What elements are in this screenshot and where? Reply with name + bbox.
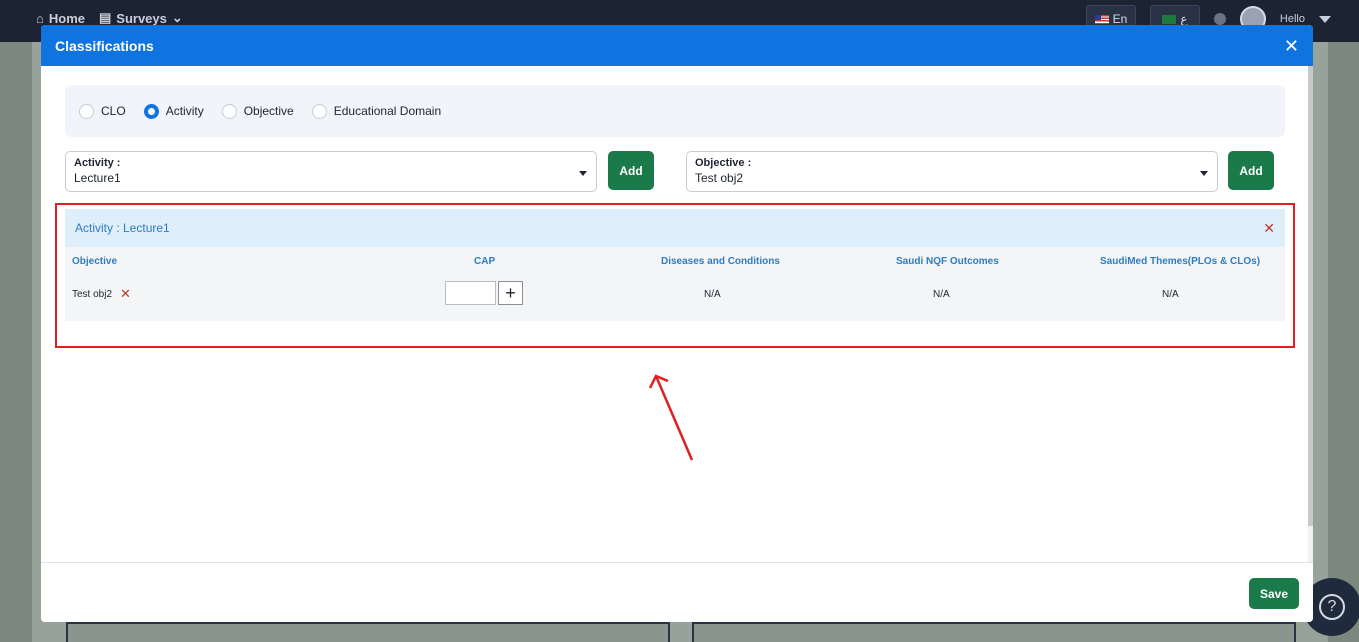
- right-gutter: [1328, 42, 1359, 642]
- add-objective-button[interactable]: Add: [1228, 151, 1274, 190]
- background-panels: [66, 622, 1296, 642]
- activity-select-value: Lecture1: [74, 171, 121, 185]
- radio-dot: [221, 103, 237, 119]
- hello-text: Hello: [1279, 13, 1305, 25]
- nav-surveys[interactable]: ▤ Surveys ⌄: [99, 10, 183, 26]
- activity-select[interactable]: Activity : Lecture1: [65, 151, 597, 192]
- close-icon[interactable]: ✕: [1284, 37, 1299, 55]
- radio-activity[interactable]: Activity: [143, 103, 204, 119]
- chevron-down-icon: ⌄: [171, 10, 183, 25]
- sa-flag-icon: [1162, 14, 1177, 24]
- objective-select-label: Objective :: [695, 157, 752, 169]
- objective-select-value: Test obj2: [695, 171, 744, 185]
- scrollbar-thumb[interactable]: [1308, 66, 1313, 526]
- nav-home[interactable]: ⌂ Home: [36, 10, 85, 26]
- classification-type-radios: CLO Activity Objective Educational Domai…: [65, 85, 1285, 137]
- notification-icon[interactable]: [1213, 13, 1226, 25]
- objective-select[interactable]: Objective : Test obj2: [686, 151, 1218, 192]
- home-icon: ⌂: [36, 10, 44, 26]
- user-menu-caret-icon[interactable]: [1319, 15, 1331, 23]
- classifications-modal: Classifications ✕ CLO Activity Objective…: [41, 25, 1313, 622]
- background-panel-left: [66, 622, 670, 642]
- annotation-highlight-box: [55, 203, 1295, 348]
- radio-dot: [79, 103, 94, 119]
- radio-educational-domain[interactable]: Educational Domain: [311, 103, 441, 119]
- question-icon: ?: [1319, 594, 1345, 620]
- radio-clo[interactable]: CLO: [79, 103, 126, 119]
- radio-dot: [311, 103, 327, 119]
- left-gutter: [0, 42, 32, 642]
- dropdown-arrow-icon: [579, 171, 587, 176]
- us-flag-icon: [1094, 14, 1109, 24]
- save-button[interactable]: Save: [1249, 578, 1299, 609]
- modal-title: Classifications: [55, 37, 154, 54]
- book-icon: ▤: [98, 10, 112, 25]
- add-activity-button[interactable]: Add: [608, 151, 654, 190]
- activity-select-label: Activity :: [74, 157, 121, 169]
- main-nav: ⌂ Home ▤ Surveys ⌄: [36, 10, 183, 26]
- modal-header: Classifications ✕: [41, 25, 1313, 66]
- background-panel-right: [692, 622, 1296, 642]
- modal-footer: Save: [41, 562, 1313, 622]
- dropdown-arrow-icon: [1200, 171, 1208, 176]
- radio-objective[interactable]: Objective: [221, 103, 294, 119]
- annotation-arrow-icon: [648, 374, 694, 461]
- radio-dot: [143, 103, 159, 119]
